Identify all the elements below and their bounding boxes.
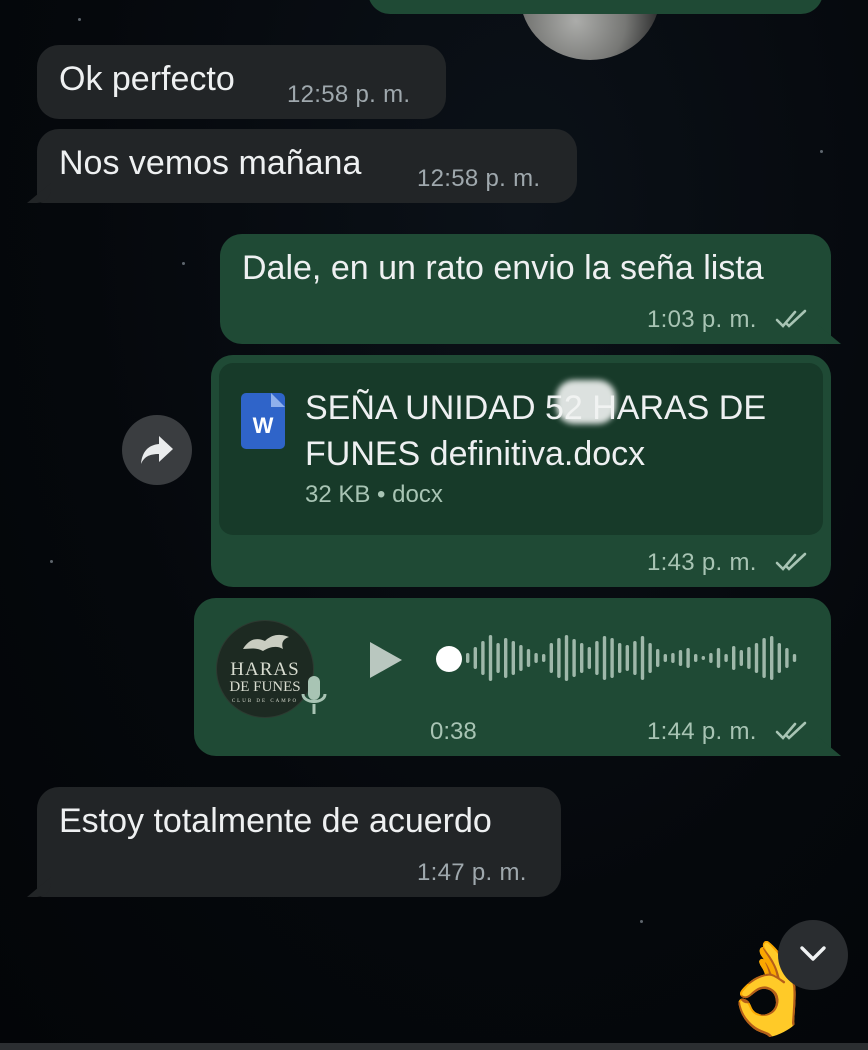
bubble-tail [817, 324, 841, 344]
message-time: 1:43 p. m. [647, 549, 757, 576]
waveform-bar [466, 653, 470, 663]
icon-fold [271, 393, 285, 407]
word-icon-letter: W [252, 413, 274, 438]
message-bubble-incoming[interactable]: Estoy totalmente de acuerdo 1:47 p. m. [27, 787, 561, 897]
waveform-bar [602, 636, 607, 680]
waveform-bar [542, 654, 546, 662]
waveform-bar [534, 653, 538, 663]
voice-message-bubble[interactable]: HARAS DE FUNES CLUB DE CAMPO 0:38 1:44 p… [194, 598, 841, 756]
waveform-bar [610, 638, 614, 678]
message-bubble-outgoing[interactable]: Dale, en un rato envio la seña lista 1:0… [220, 234, 841, 344]
waveform-bar [595, 641, 599, 675]
avatar-text: HARAS [230, 659, 300, 680]
message-time: 1:44 p. m. [647, 718, 757, 745]
redaction-blur [556, 380, 616, 424]
message-time: 12:58 p. m. [287, 81, 411, 108]
waveform-bar [777, 643, 781, 673]
playback-scrubber[interactable] [436, 646, 462, 672]
waveform-bar [739, 650, 743, 666]
waveform-bar [656, 649, 660, 667]
waveform-bar [504, 638, 508, 678]
waveform-bar [633, 641, 637, 675]
waveform-bar [618, 643, 622, 673]
avatar-text: CLUB DE CAMPO [231, 699, 299, 704]
waveform-bar [481, 641, 485, 675]
chat-view: Ok perfecto 12:58 p. m. Nos vemos mañana… [0, 0, 868, 1050]
scroll-to-bottom-button[interactable] [778, 920, 848, 990]
waveform-bar [678, 650, 683, 666]
horse-logo-icon [243, 634, 289, 651]
message-time: 1:03 p. m. [647, 306, 757, 333]
message-time: 12:58 p. m. [417, 165, 541, 192]
message-text: Estoy totalmente de acuerdo [59, 802, 492, 840]
chevron-down-icon [800, 946, 826, 961]
composer-edge [0, 1043, 868, 1050]
waveform-bar [496, 643, 500, 673]
message-time: 1:47 p. m. [417, 859, 527, 886]
waveform-bar [488, 635, 493, 681]
message-bubble-incoming[interactable]: Ok perfecto 12:58 p. m. [37, 45, 446, 119]
word-document-icon: W [241, 393, 285, 449]
waveform-bar [671, 653, 675, 663]
double-check-icon [775, 552, 807, 571]
waveform-bar [526, 649, 531, 667]
microphone-icon [301, 676, 327, 714]
waveform-bar [511, 641, 515, 675]
star [820, 150, 823, 153]
waveform-bar [580, 643, 584, 673]
waveform-bar [564, 635, 569, 681]
waveform-bar [792, 654, 797, 662]
audio-waveform[interactable] [464, 626, 804, 690]
bubble-tail [817, 736, 841, 756]
waveform-bar [686, 648, 690, 668]
forward-button[interactable] [122, 415, 192, 485]
document-card[interactable]: W SEÑA UNIDAD 52 HARAS DE FUNES definiti… [219, 363, 823, 535]
star [640, 920, 643, 923]
waveform-bar [648, 643, 652, 673]
waveform-bar [519, 645, 523, 671]
waveform-bar [625, 645, 629, 671]
waveform-bar [549, 643, 553, 673]
star [50, 560, 53, 563]
waveform-bar [785, 648, 789, 668]
waveform-bar [694, 654, 698, 662]
waveform-bar [701, 656, 705, 660]
bubble-tail [27, 877, 51, 897]
star [78, 18, 81, 21]
waveform-bar [557, 638, 561, 678]
waveform-bar [473, 647, 477, 669]
document-meta: 32 KB • docx [305, 481, 443, 508]
star [182, 262, 185, 265]
waveform-bar [640, 636, 645, 680]
play-icon[interactable] [366, 640, 406, 680]
waveform-bar [762, 638, 766, 678]
waveform-bar [732, 646, 736, 670]
waveform-bar [724, 654, 728, 662]
message-text: Ok perfecto [59, 60, 235, 98]
message-bubble-incoming[interactable]: Nos vemos mañana 12:58 p. m. [27, 129, 577, 203]
waveform-bar [663, 654, 667, 662]
bubble-tail [27, 183, 51, 203]
document-message-bubble[interactable]: W SEÑA UNIDAD 52 HARAS DE FUNES definiti… [211, 355, 831, 587]
forward-arrow-icon [141, 436, 173, 464]
double-check-icon [775, 309, 807, 328]
waveform-bar [587, 647, 591, 669]
waveform-bar [747, 647, 751, 669]
message-text: Nos vemos mañana [59, 144, 362, 182]
waveform-bar [770, 636, 774, 680]
previous-message-bubble[interactable] [368, 0, 823, 14]
waveform-bar [572, 639, 576, 677]
message-text: Dale, en un rato envio la seña lista [242, 249, 764, 287]
waveform-bar [709, 653, 713, 663]
waveform-bar [716, 648, 721, 668]
voice-duration: 0:38 [430, 718, 477, 745]
double-check-icon [775, 721, 807, 740]
avatar-text: DE FUNES [229, 679, 301, 695]
waveform-bar [754, 643, 759, 673]
